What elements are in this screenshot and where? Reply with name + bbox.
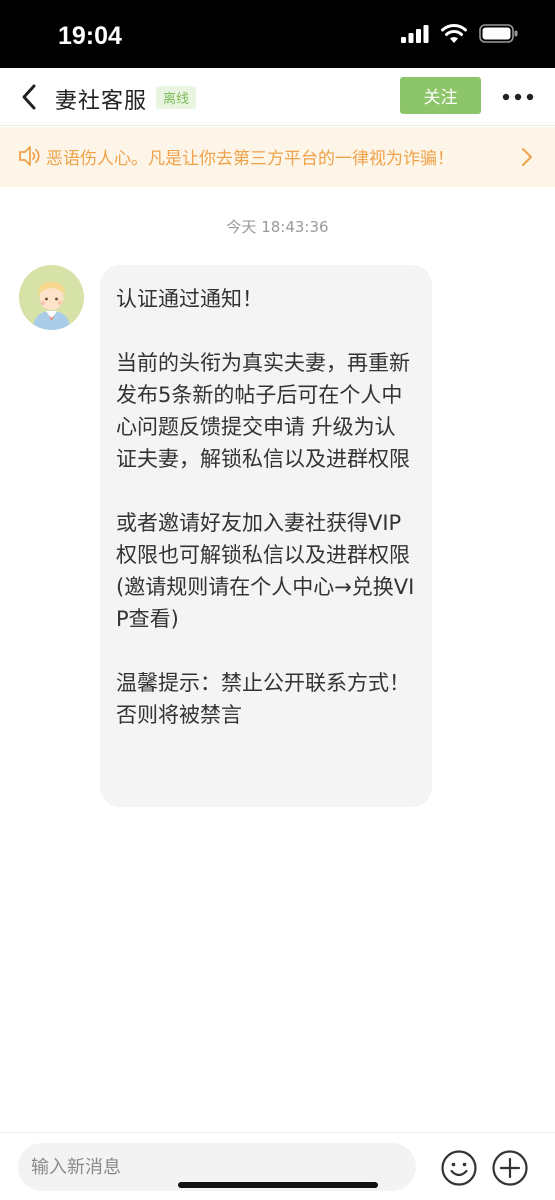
- status-bar: 19:04: [0, 0, 555, 68]
- back-button[interactable]: [14, 80, 44, 114]
- message-paragraph: 温馨提示：禁止公开联系方式！否则将被禁言: [116, 671, 410, 727]
- message-timestamp: 今天 18:43:36: [226, 218, 329, 236]
- message-paragraph: 认证通过通知！: [116, 287, 263, 311]
- message-paragraph: 或者邀请好友加入妻社获得VIP权限也可解锁私信以及进群权限(邀请规则请在个人中心…: [116, 511, 415, 631]
- status-icons: [401, 24, 519, 43]
- emoji-icon: [441, 1150, 477, 1186]
- message-paragraph: 当前的头衔为真实夫妻，再重新发布5条新的帖子后可在个人中心问题反馈提交申请 升级…: [116, 351, 410, 471]
- input-bar: [0, 1132, 555, 1200]
- chevron-left-icon: [22, 84, 36, 110]
- plus-circle-icon: [492, 1150, 528, 1186]
- more-button[interactable]: [500, 82, 536, 112]
- home-indicator[interactable]: [178, 1182, 378, 1188]
- speaker-icon: [19, 146, 40, 166]
- avatar[interactable]: [19, 265, 84, 330]
- chevron-right-icon: [522, 148, 532, 166]
- status-time: 19:04: [58, 22, 122, 50]
- chat-screen: 19:04 妻社客服 离线 关注 恶语伤人心。凡是让你去第三方平台的一律视为诈骗…: [0, 0, 555, 1200]
- wifi-icon: [441, 24, 467, 43]
- notice-bar[interactable]: 恶语伤人心。凡是让你去第三方平台的一律视为诈骗！: [0, 127, 555, 187]
- signal-icon: [401, 24, 429, 43]
- emoji-button[interactable]: [440, 1149, 478, 1187]
- follow-button[interactable]: 关注: [400, 77, 481, 114]
- more-dots-icon: [502, 93, 534, 101]
- message-bubble[interactable]: 认证通过通知！ 当前的头衔为真实夫妻，再重新发布5条新的帖子后可在个人中心问题反…: [100, 265, 432, 807]
- nav-bar: 妻社客服 离线 关注: [0, 68, 555, 126]
- plus-button[interactable]: [491, 1149, 529, 1187]
- page-title: 妻社客服: [55, 89, 148, 114]
- avatar-icon: [19, 265, 84, 330]
- battery-icon: [479, 24, 518, 43]
- notice-text: 恶语伤人心。凡是让你去第三方平台的一律视为诈骗！: [46, 149, 454, 169]
- status-badge: 离线: [156, 86, 197, 109]
